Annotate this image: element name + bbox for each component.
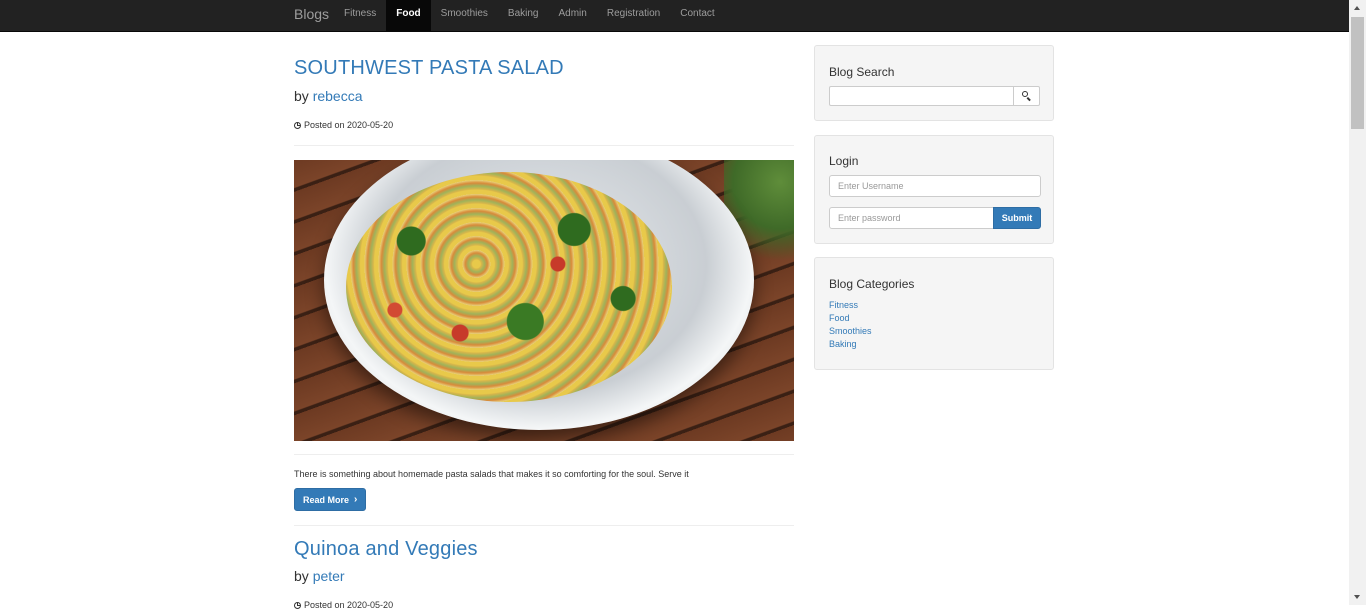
divider <box>294 454 794 455</box>
read-more-button[interactable]: Read More › <box>294 488 367 511</box>
post-byline: by peter <box>294 568 345 584</box>
nav-item-baking: Baking <box>498 0 549 31</box>
category-link-food[interactable]: Food <box>829 313 850 323</box>
category-link-baking[interactable]: Baking <box>829 339 857 349</box>
chevron-right-icon: › <box>354 494 358 505</box>
category-item: Smoothies <box>829 323 872 336</box>
top-navbar: Blogs Fitness Food Smoothies Baking Admi… <box>0 0 1349 32</box>
category-item: Baking <box>829 336 872 349</box>
scroll-down-arrow-icon[interactable] <box>1349 588 1366 605</box>
categories-panel: Blog Categories Fitness Food Smoothies B… <box>814 257 1054 370</box>
author-link[interactable]: peter <box>313 568 345 584</box>
search-button[interactable] <box>1013 86 1040 106</box>
post-excerpt: There is something about homemade pasta … <box>294 469 689 479</box>
post-title-link[interactable]: SOUTHWEST PASTA SALAD <box>294 57 564 80</box>
search-panel: Blog Search <box>814 45 1054 121</box>
post-title-link[interactable]: Quinoa and Veggies <box>294 538 478 561</box>
post-date: Posted on 2020-05-20 <box>294 600 393 610</box>
byline-prefix: by <box>294 568 309 584</box>
nav-link-food[interactable]: Food <box>386 0 431 31</box>
nav-item-admin: Admin <box>549 0 597 31</box>
search-icon <box>1022 91 1028 97</box>
read-more-label: Read More <box>303 494 350 505</box>
post-date-text: Posted on 2020-05-20 <box>304 600 394 610</box>
search-panel-title: Blog Search <box>829 65 895 79</box>
categories-panel-title: Blog Categories <box>829 277 915 291</box>
nav-link-fitness[interactable]: Fitness <box>334 0 386 31</box>
username-field[interactable] <box>829 175 1041 197</box>
divider <box>294 145 794 146</box>
category-item: Fitness <box>829 297 872 310</box>
post-date-text: Posted on 2020-05-20 <box>304 120 394 130</box>
author-link[interactable]: rebecca <box>313 88 363 104</box>
byline-prefix: by <box>294 88 309 104</box>
nav-link-contact[interactable]: Contact <box>670 0 724 31</box>
post-byline: by rebecca <box>294 88 363 104</box>
clock-icon <box>294 121 301 129</box>
category-list: Fitness Food Smoothies Baking <box>829 297 872 349</box>
nav-item-fitness: Fitness <box>334 0 386 31</box>
nav-menu: Fitness Food Smoothies Baking Admin Regi… <box>334 0 725 31</box>
nav-item-contact: Contact <box>670 0 724 31</box>
nav-item-smoothies: Smoothies <box>431 0 498 31</box>
category-link-fitness[interactable]: Fitness <box>829 300 858 310</box>
nav-link-registration[interactable]: Registration <box>597 0 670 31</box>
brand-link[interactable]: Blogs <box>294 0 329 31</box>
submit-button[interactable]: Submit <box>993 207 1041 229</box>
category-item: Food <box>829 310 872 323</box>
divider <box>294 525 794 526</box>
nav-item-registration: Registration <box>597 0 670 31</box>
password-field[interactable] <box>829 207 995 229</box>
clock-icon <box>294 601 301 609</box>
nav-link-baking[interactable]: Baking <box>498 0 549 31</box>
scroll-up-arrow-icon[interactable] <box>1349 0 1366 17</box>
nav-item-food: Food <box>386 0 431 31</box>
login-panel-title: Login <box>829 154 859 168</box>
login-panel: Login Submit <box>814 135 1054 244</box>
nav-link-smoothies[interactable]: Smoothies <box>431 0 498 31</box>
image-salad <box>346 172 672 402</box>
post-image <box>294 160 794 441</box>
nav-link-admin[interactable]: Admin <box>549 0 597 31</box>
vertical-scrollbar[interactable] <box>1349 0 1366 605</box>
category-link-smoothies[interactable]: Smoothies <box>829 326 872 336</box>
post-date: Posted on 2020-05-20 <box>294 120 393 130</box>
scrollbar-thumb[interactable] <box>1351 17 1364 129</box>
search-input[interactable] <box>829 86 1014 106</box>
